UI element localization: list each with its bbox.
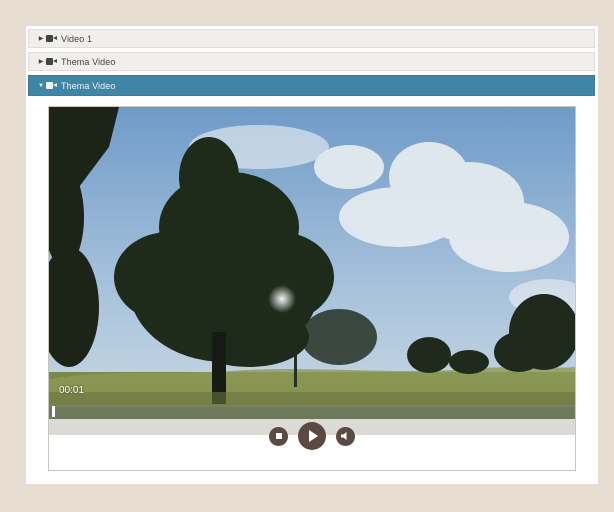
video-camera-icon (46, 82, 57, 89)
video-frame[interactable]: 00:01 (49, 107, 575, 419)
volume-icon (341, 432, 347, 440)
caret-right-icon: ▶ (38, 36, 44, 42)
accordion-item-label: Thema Video (61, 56, 116, 67)
player-controls (49, 422, 575, 450)
video-camera-icon (46, 58, 57, 65)
seek-handle[interactable] (52, 406, 55, 417)
timecode: 00:01 (59, 385, 85, 396)
video-player: 00:01 (48, 106, 576, 471)
stop-button[interactable] (269, 426, 288, 446)
video-landscape-image (49, 107, 575, 419)
caret-right-icon: ▶ (38, 59, 44, 65)
accordion-item-thema-video-open[interactable]: ▼ Thema Video (28, 75, 595, 96)
accordion-item-thema-video[interactable]: ▶ Thema Video (28, 52, 595, 71)
accordion-item-video-1[interactable]: ▶ Video 1 (28, 29, 595, 48)
stop-icon (275, 433, 282, 439)
play-icon (309, 430, 318, 442)
play-button[interactable] (298, 422, 326, 450)
accordion-item-label: Video 1 (61, 33, 93, 44)
seek-bar[interactable] (49, 405, 575, 419)
video-camera-icon (46, 35, 57, 42)
caret-down-icon: ▼ (38, 82, 44, 89)
volume-button[interactable] (336, 426, 355, 446)
accordion-item-label: Thema Video (61, 80, 116, 91)
